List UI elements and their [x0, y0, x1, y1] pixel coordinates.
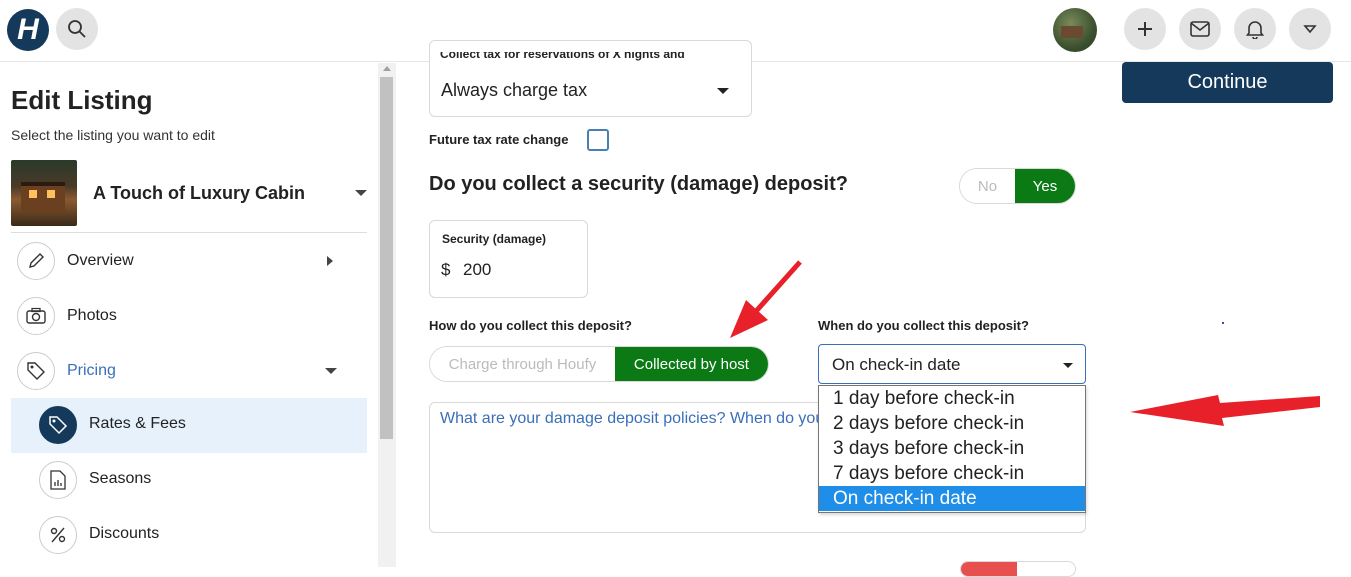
tag-icon — [17, 351, 55, 390]
tax-collect-label: Collect tax for reservations of X nights… — [440, 52, 685, 61]
dropdown-option[interactable]: 7 days before check-in — [819, 461, 1085, 486]
logo[interactable]: H — [7, 9, 49, 51]
sidebar-subitem-discounts[interactable]: Discounts — [11, 508, 367, 563]
charge-through-houfy-option[interactable]: Charge through Houfy — [430, 347, 615, 381]
dropdown-option[interactable]: 2 days before check-in — [819, 411, 1085, 436]
dropdown-option[interactable]: 1 day before check-in — [819, 386, 1085, 411]
add-button[interactable] — [1124, 8, 1166, 50]
tax-select-value: Always charge tax — [441, 80, 588, 100]
messages-button[interactable] — [1179, 8, 1221, 50]
listing-thumbnail — [11, 160, 77, 226]
sidebar-subitem-label: Seasons — [89, 470, 152, 487]
account-menu-button[interactable] — [1289, 8, 1331, 50]
deposit-policy-placeholder: What are your damage deposit policies? W… — [440, 410, 820, 427]
sidebar-item-label: Overview — [67, 251, 134, 269]
bell-icon — [1246, 21, 1264, 39]
pencil-icon — [17, 241, 55, 280]
collect-how-label: How do you collect this deposit? — [429, 318, 632, 333]
chevron-down-icon[interactable] — [355, 190, 367, 196]
collect-when-label: When do you collect this deposit? — [818, 318, 1029, 333]
collect-when-dropdown[interactable]: 1 day before check-in 2 days before chec… — [818, 385, 1086, 513]
page-title: Edit Listing — [11, 85, 153, 115]
mail-icon — [1190, 21, 1210, 37]
tag-icon — [39, 406, 77, 444]
stray-dot — [1222, 322, 1224, 324]
security-label: Security (damage) — [442, 232, 547, 246]
chevron-down-icon[interactable] — [1063, 363, 1073, 368]
sidebar: Edit Listing Select the listing you want… — [0, 63, 378, 567]
user-avatar[interactable] — [1053, 8, 1097, 52]
chevron-right-icon — [327, 255, 333, 266]
deposit-yes-option[interactable]: Yes — [1015, 169, 1075, 203]
scroll-up-arrow[interactable] — [383, 66, 391, 71]
future-tax-checkbox[interactable] — [587, 129, 609, 151]
bottom-toggle-active — [961, 562, 1017, 576]
document-chart-icon — [39, 461, 77, 499]
chevron-down-icon[interactable] — [717, 88, 729, 94]
logo-letter: H — [17, 13, 39, 46]
collect-when-value: On check-in date — [832, 355, 961, 374]
sidebar-subitem-label: Rates & Fees — [89, 415, 186, 432]
sidebar-subitem-seasons[interactable]: Seasons — [11, 453, 367, 508]
continue-button[interactable]: Continue — [1122, 62, 1333, 103]
sidebar-item-pricing[interactable]: Pricing — [11, 343, 367, 398]
listing-selector[interactable]: A Touch of Luxury Cabin — [93, 183, 305, 204]
sidebar-item-photos[interactable]: Photos — [11, 288, 367, 343]
sidebar-scrollbar[interactable] — [378, 63, 396, 567]
camera-icon — [17, 296, 55, 335]
collect-how-toggle[interactable]: Charge through Houfy Collected by host — [429, 346, 769, 382]
scroll-thumb[interactable] — [380, 77, 393, 439]
plus-icon — [1138, 22, 1152, 36]
deposit-question: Do you collect a security (damage) depos… — [429, 173, 848, 195]
deposit-toggle[interactable]: No Yes — [959, 168, 1076, 204]
search-button[interactable] — [56, 8, 98, 50]
dropdown-option[interactable]: 3 days before check-in — [819, 436, 1085, 461]
collected-by-host-option[interactable]: Collected by host — [614, 347, 768, 381]
sidebar-item-label: Photos — [67, 306, 117, 324]
sidebar-subitem-rates-fees[interactable]: Rates & Fees — [11, 398, 367, 453]
future-tax-label: Future tax rate change — [429, 132, 569, 147]
bottom-toggle[interactable] — [960, 561, 1076, 577]
page-subtitle: Select the listing you want to edit — [11, 127, 215, 143]
search-icon — [68, 20, 86, 38]
deposit-no-option[interactable]: No — [960, 169, 1016, 203]
dropdown-option-selected[interactable]: On check-in date — [819, 486, 1085, 511]
security-value[interactable]: 200 — [463, 260, 491, 280]
notifications-button[interactable] — [1234, 8, 1276, 50]
currency-symbol: $ — [441, 260, 451, 279]
sidebar-item-overview[interactable]: Overview — [11, 233, 367, 288]
chevron-down-icon — [325, 367, 337, 374]
sidebar-subitem-label: Discounts — [89, 525, 160, 542]
percent-icon — [39, 516, 77, 554]
chevron-down-icon — [1303, 25, 1317, 34]
sidebar-item-label: Pricing — [67, 361, 116, 379]
